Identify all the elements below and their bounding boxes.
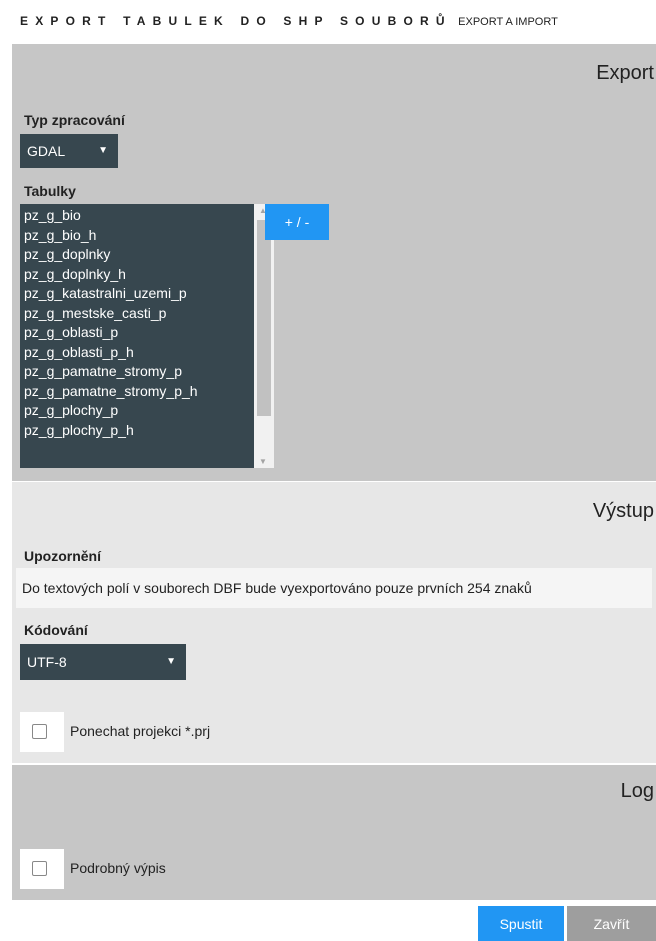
table-list-item[interactable]: pz_g_doplnky	[20, 245, 250, 265]
table-list-item[interactable]: pz_g_plochy_p	[20, 401, 250, 421]
encoding-value: UTF-8	[27, 654, 67, 670]
table-list-item[interactable]: pz_g_pamatne_stromy_p	[20, 362, 250, 382]
verbose-output-checkbox[interactable]	[32, 861, 47, 876]
caret-down-icon: ▼	[166, 656, 176, 667]
log-section: Log Podrobný výpis	[12, 765, 656, 900]
processing-type-value: GDAL	[27, 143, 66, 159]
tables-listbox[interactable]: pz_g_bio pz_g_bio_h pz_g_doplnky pz_g_dopln…	[20, 204, 274, 468]
page-header: EXPORT TABULEK DO SHP SOUBORŮ EXPORT A I…	[20, 12, 558, 32]
processing-type-label: Typ zpracování	[24, 112, 125, 128]
verbose-output-label[interactable]: Podrobný výpis	[70, 860, 166, 876]
keep-projection-checkbox[interactable]	[32, 724, 47, 739]
log-section-title: Log	[620, 780, 654, 802]
warning-label: Upozornění	[24, 548, 101, 564]
keep-projection-label[interactable]: Ponechat projekci *.prj	[70, 723, 210, 739]
table-list-item[interactable]: pz_g_pamatne_stromy_p_h	[20, 382, 250, 402]
toggle-selection-button[interactable]: + / -	[265, 204, 329, 240]
tables-label: Tabulky	[24, 183, 76, 199]
close-button[interactable]: Zavřít	[567, 906, 656, 941]
export-section-title: Export	[596, 62, 654, 84]
page-title: EXPORT TABULEK DO SHP SOUBORŮ	[20, 14, 452, 28]
table-list-item[interactable]: pz_g_plochy_p_h	[20, 421, 250, 441]
page-subtitle: EXPORT A IMPORT	[458, 16, 558, 28]
output-section: Výstup Upozornění Do textových polí v so…	[12, 482, 656, 763]
warning-message: Do textových polí v souborech DBF bude v…	[16, 568, 652, 608]
table-list-item[interactable]: pz_g_doplnky_h	[20, 265, 250, 285]
encoding-label: Kódování	[24, 622, 88, 638]
table-list-item[interactable]: pz_g_bio_h	[20, 226, 250, 246]
output-section-title: Výstup	[592, 500, 654, 522]
verbose-checkbox-wrap	[20, 849, 64, 889]
encoding-select[interactable]: UTF-8 ▼	[20, 644, 186, 680]
tables-scrollbar[interactable]: ▲ ▼	[254, 204, 274, 468]
processing-type-select[interactable]: GDAL ▼	[20, 134, 118, 168]
caret-down-icon: ▼	[98, 145, 108, 156]
table-list-item[interactable]: pz_g_katastralni_uzemi_p	[20, 284, 250, 304]
table-list-item[interactable]: pz_g_mestske_casti_p	[20, 304, 250, 324]
scrollbar-thumb[interactable]	[257, 220, 271, 416]
export-section: Export Typ zpracování GDAL ▼ Tabulky pz_…	[12, 44, 656, 481]
table-list-item[interactable]: pz_g_oblasti_p_h	[20, 343, 250, 363]
scroll-down-arrow-icon[interactable]: ▼	[259, 457, 267, 466]
run-button[interactable]: Spustit	[478, 906, 564, 941]
tables-list: pz_g_bio pz_g_bio_h pz_g_doplnky pz_g_dopln…	[20, 204, 250, 468]
keep-projection-checkbox-wrap	[20, 712, 64, 752]
table-list-item[interactable]: pz_g_oblasti_p	[20, 323, 250, 343]
table-list-item[interactable]: pz_g_bio	[20, 206, 250, 226]
